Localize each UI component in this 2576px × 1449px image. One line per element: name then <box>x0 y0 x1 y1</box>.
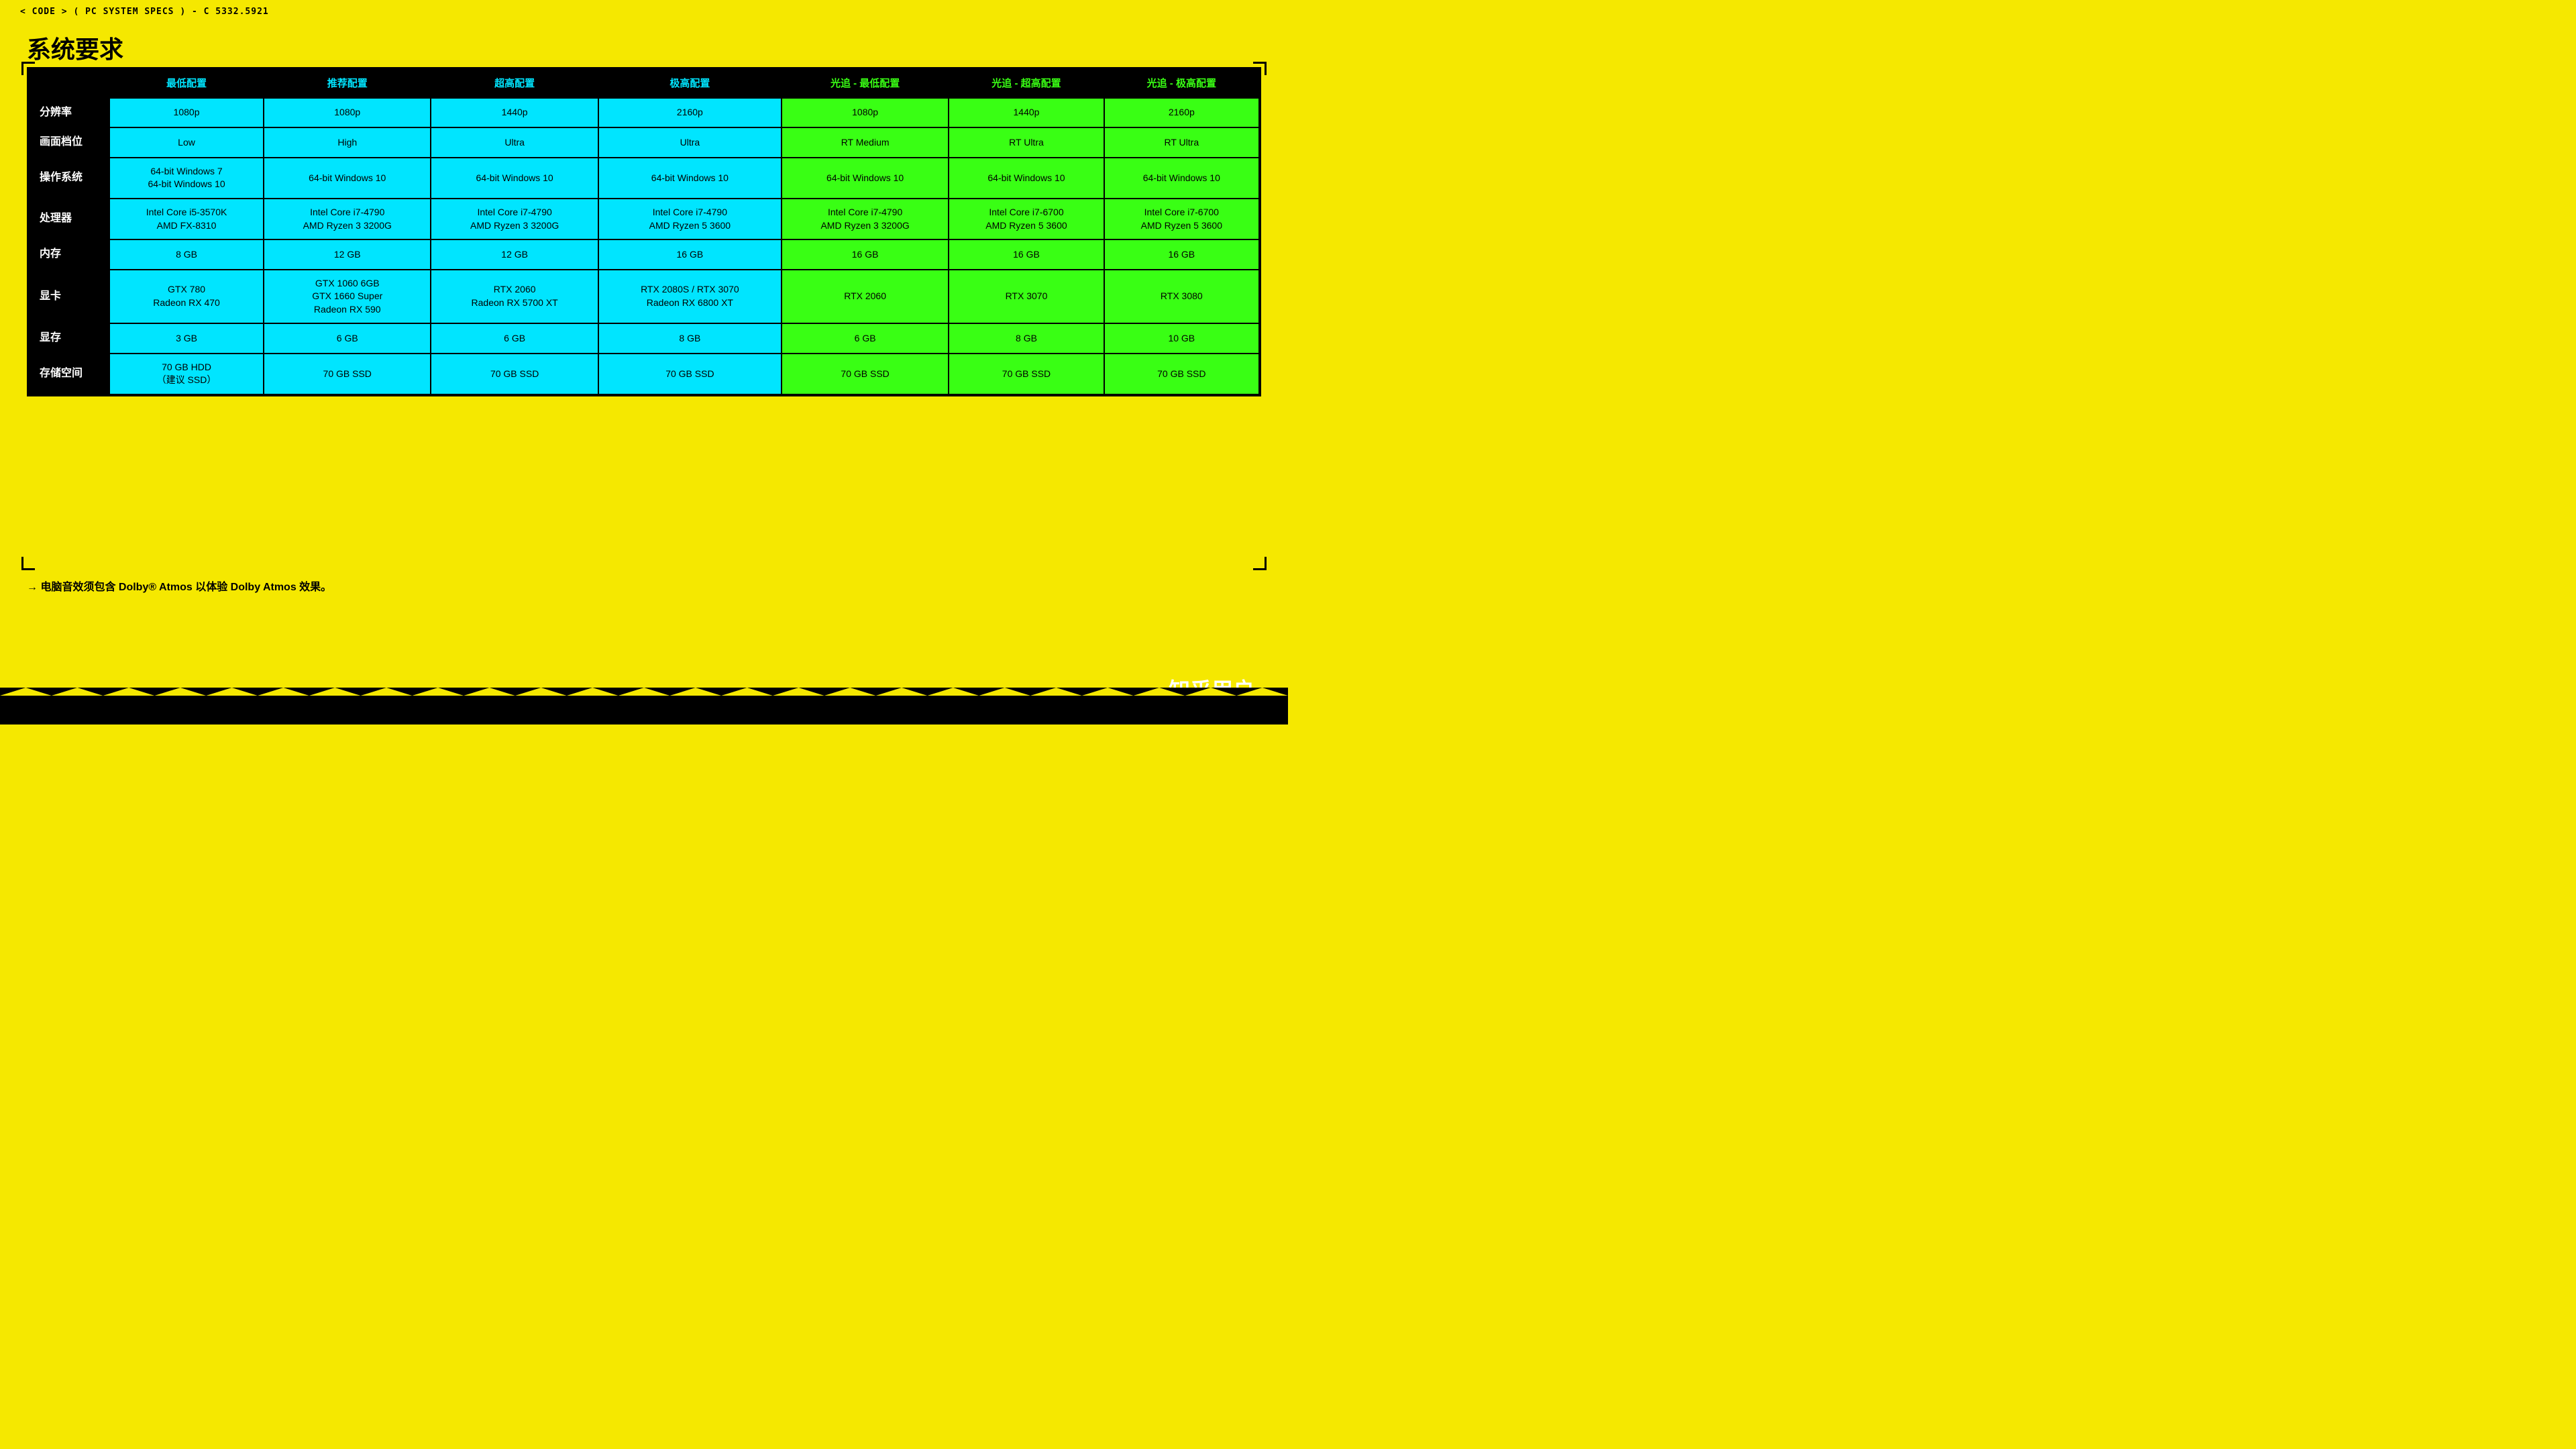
cell-0-5: 1440p <box>949 98 1104 127</box>
header-recommended: 推荐配置 <box>264 69 431 98</box>
cell-6-0: 3 GB <box>109 323 264 353</box>
cell-5-3: RTX 2080S / RTX 3070 Radeon RX 6800 XT <box>598 270 782 324</box>
cell-4-1: 12 GB <box>264 239 431 269</box>
header-extreme: 极高配置 <box>598 69 782 98</box>
cell-5-5: RTX 3070 <box>949 270 1104 324</box>
cell-1-6: RT Ultra <box>1104 127 1259 157</box>
cell-6-4: 6 GB <box>782 323 949 353</box>
cell-7-0: 70 GB HDD （建议 SSD） <box>109 354 264 394</box>
cell-6-6: 10 GB <box>1104 323 1259 353</box>
specs-table: 最低配置 推荐配置 超高配置 极高配置 光追 - 最低配置 光追 - 超高配置 … <box>28 68 1260 395</box>
cell-0-2: 1440p <box>431 98 598 127</box>
table-row: 画面档位LowHighUltraUltraRT MediumRT UltraRT… <box>29 127 1259 157</box>
cell-7-2: 70 GB SSD <box>431 354 598 394</box>
cell-2-0: 64-bit Windows 7 64-bit Windows 10 <box>109 158 264 199</box>
header-ultra: 超高配置 <box>431 69 598 98</box>
cell-7-5: 70 GB SSD <box>949 354 1104 394</box>
table-row: 存储空间70 GB HDD （建议 SSD）70 GB SSD70 GB SSD… <box>29 354 1259 394</box>
table-row: 显卡GTX 780 Radeon RX 470GTX 1060 6GB GTX … <box>29 270 1259 324</box>
row-label-5: 显卡 <box>29 270 109 324</box>
header-rt-extreme: 光追 - 极高配置 <box>1104 69 1259 98</box>
cell-6-1: 6 GB <box>264 323 431 353</box>
cell-2-2: 64-bit Windows 10 <box>431 158 598 199</box>
cell-7-4: 70 GB SSD <box>782 354 949 394</box>
cell-1-1: High <box>264 127 431 157</box>
cell-3-3: Intel Core i7-4790 AMD Ryzen 5 3600 <box>598 199 782 239</box>
cell-0-1: 1080p <box>264 98 431 127</box>
cell-5-2: RTX 2060 Radeon RX 5700 XT <box>431 270 598 324</box>
cell-2-1: 64-bit Windows 10 <box>264 158 431 199</box>
cell-6-5: 8 GB <box>949 323 1104 353</box>
cell-2-3: 64-bit Windows 10 <box>598 158 782 199</box>
cell-5-4: RTX 2060 <box>782 270 949 324</box>
table-header-row: 最低配置 推荐配置 超高配置 极高配置 光追 - 最低配置 光追 - 超高配置 … <box>29 69 1259 98</box>
header-rt-ultra: 光追 - 超高配置 <box>949 69 1104 98</box>
cell-4-5: 16 GB <box>949 239 1104 269</box>
cell-6-3: 8 GB <box>598 323 782 353</box>
cell-0-4: 1080p <box>782 98 949 127</box>
cell-2-6: 64-bit Windows 10 <box>1104 158 1259 199</box>
cell-7-3: 70 GB SSD <box>598 354 782 394</box>
cell-4-0: 8 GB <box>109 239 264 269</box>
cell-3-4: Intel Core i7-4790 AMD Ryzen 3 3200G <box>782 199 949 239</box>
header-empty <box>29 69 109 98</box>
cell-6-2: 6 GB <box>431 323 598 353</box>
header-minimum: 最低配置 <box>109 69 264 98</box>
cell-3-6: Intel Core i7-6700 AMD Ryzen 5 3600 <box>1104 199 1259 239</box>
bracket-bottom-left <box>21 557 35 570</box>
footer-note: → 电脑音效须包含 Dolby® Atmos 以体验 Dolby Atmos 效… <box>27 578 331 594</box>
cell-2-5: 64-bit Windows 10 <box>949 158 1104 199</box>
table-row: 内存8 GB12 GB12 GB16 GB16 GB16 GB16 GB <box>29 239 1259 269</box>
table-row: 操作系统64-bit Windows 7 64-bit Windows 1064… <box>29 158 1259 199</box>
bracket-bottom-right <box>1253 557 1267 570</box>
row-label-6: 显存 <box>29 323 109 353</box>
cell-2-4: 64-bit Windows 10 <box>782 158 949 199</box>
cell-3-5: Intel Core i7-6700 AMD Ryzen 5 3600 <box>949 199 1104 239</box>
cell-1-5: RT Ultra <box>949 127 1104 157</box>
row-label-4: 内存 <box>29 239 109 269</box>
cell-3-1: Intel Core i7-4790 AMD Ryzen 3 3200G <box>264 199 431 239</box>
cell-0-0: 1080p <box>109 98 264 127</box>
cell-3-0: Intel Core i5-3570K AMD FX-8310 <box>109 199 264 239</box>
row-label-0: 分辨率 <box>29 98 109 127</box>
row-label-2: 操作系统 <box>29 158 109 199</box>
cell-4-6: 16 GB <box>1104 239 1259 269</box>
bottom-decoration <box>0 688 1288 724</box>
page-title: 系统要求 <box>27 30 123 65</box>
cell-1-3: Ultra <box>598 127 782 157</box>
cell-3-2: Intel Core i7-4790 AMD Ryzen 3 3200G <box>431 199 598 239</box>
top-code-bar: < CODE > ( PC SYSTEM SPECS ) - C 5332.59… <box>20 7 269 17</box>
cell-1-0: Low <box>109 127 264 157</box>
table-row: 显存3 GB6 GB6 GB8 GB6 GB8 GB10 GB <box>29 323 1259 353</box>
cell-0-6: 2160p <box>1104 98 1259 127</box>
cell-1-4: RT Medium <box>782 127 949 157</box>
cell-4-3: 16 GB <box>598 239 782 269</box>
table-row: 分辨率1080p1080p1440p2160p1080p1440p2160p <box>29 98 1259 127</box>
table-row: 处理器Intel Core i5-3570K AMD FX-8310Intel … <box>29 199 1259 239</box>
cell-4-4: 16 GB <box>782 239 949 269</box>
cell-0-3: 2160p <box>598 98 782 127</box>
specs-table-container: 最低配置 推荐配置 超高配置 极高配置 光追 - 最低配置 光追 - 超高配置 … <box>27 67 1261 396</box>
row-label-1: 画面档位 <box>29 127 109 157</box>
cell-5-0: GTX 780 Radeon RX 470 <box>109 270 264 324</box>
row-label-7: 存储空间 <box>29 354 109 394</box>
cell-5-1: GTX 1060 6GB GTX 1660 Super Radeon RX 59… <box>264 270 431 324</box>
cell-1-2: Ultra <box>431 127 598 157</box>
header-rt-minimum: 光追 - 最低配置 <box>782 69 949 98</box>
cell-4-2: 12 GB <box>431 239 598 269</box>
row-label-3: 处理器 <box>29 199 109 239</box>
cell-7-1: 70 GB SSD <box>264 354 431 394</box>
cell-7-6: 70 GB SSD <box>1104 354 1259 394</box>
cell-5-6: RTX 3080 <box>1104 270 1259 324</box>
